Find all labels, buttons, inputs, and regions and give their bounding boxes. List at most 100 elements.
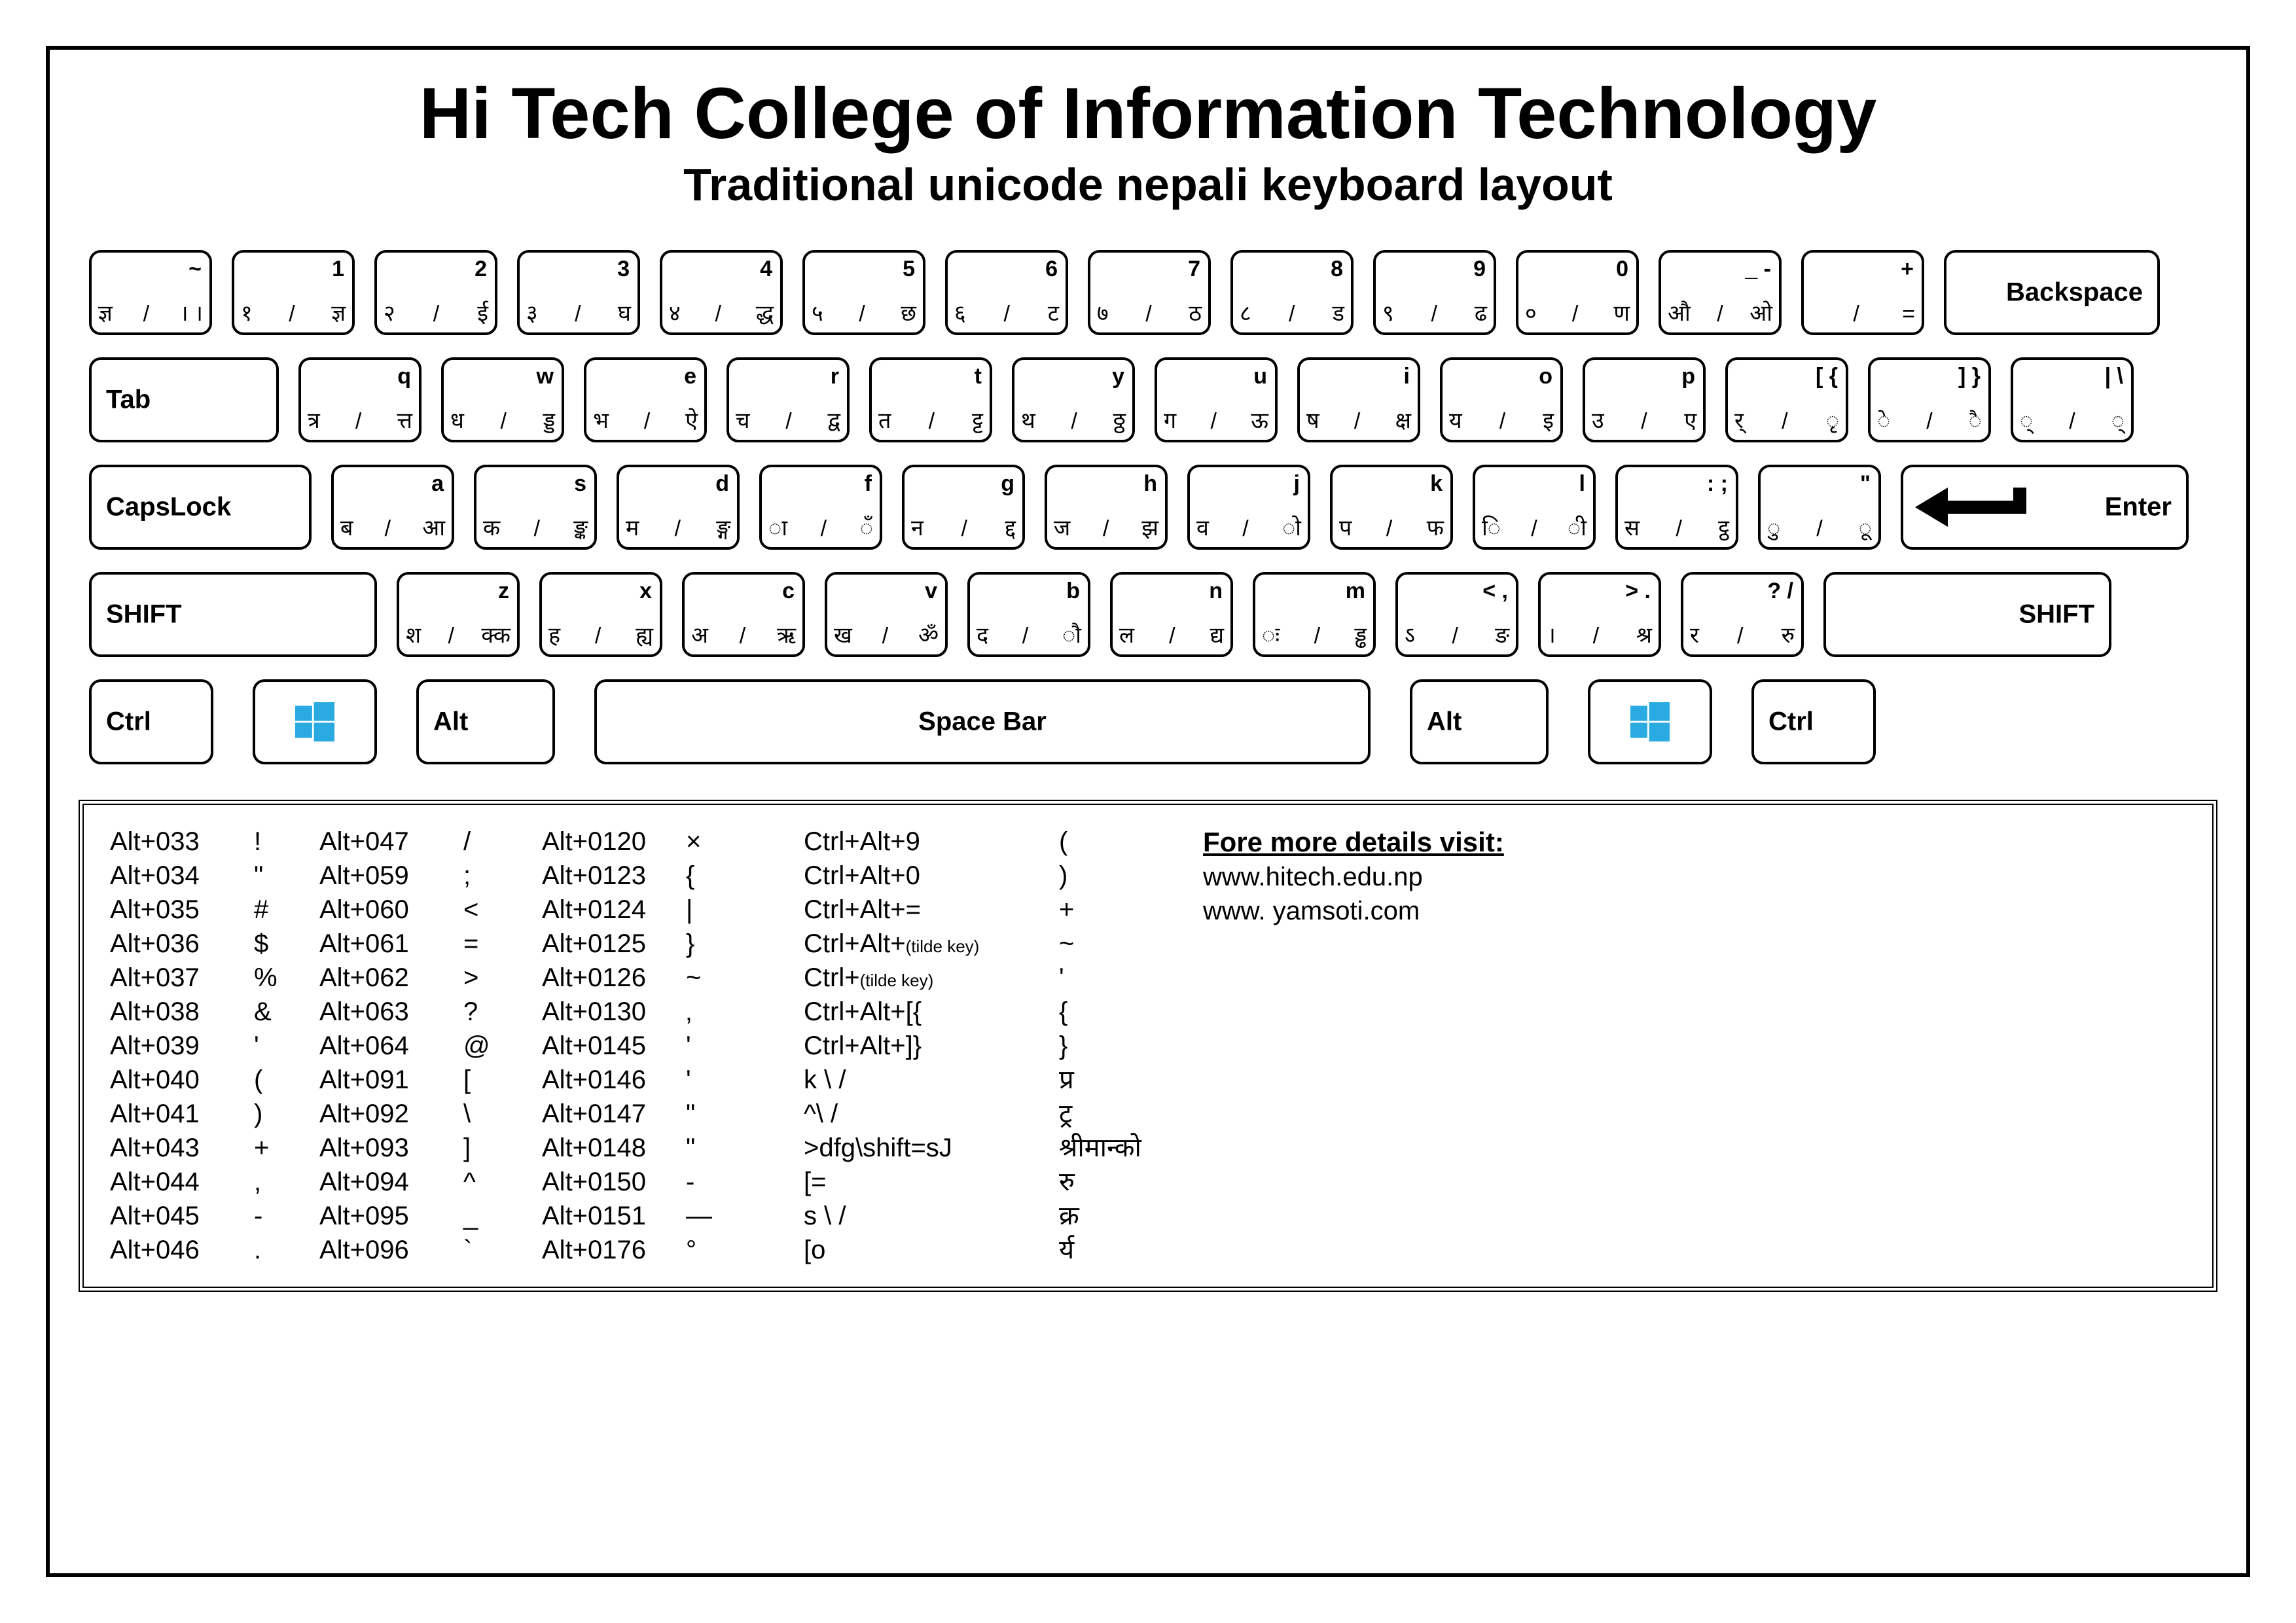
key[interactable]: _ -औ/ओ xyxy=(1659,250,1782,335)
tab-key[interactable]: Tab xyxy=(89,357,279,442)
key[interactable]: zश/क्क xyxy=(397,572,520,657)
key[interactable]: : ;स/ट्ठ xyxy=(1615,465,1738,550)
key-bottom-right: द्द xyxy=(1005,512,1016,542)
key-slash: / xyxy=(1071,409,1077,435)
key[interactable]: aब/आ xyxy=(331,465,454,550)
key-bottom-right: क्ष xyxy=(1395,404,1411,435)
key-slash: / xyxy=(2069,409,2075,435)
key-bottom-right: ठ xyxy=(1189,297,1202,327)
ctrl-left-key[interactable]: Ctrl xyxy=(89,679,213,764)
windows-right-key[interactable] xyxy=(1588,679,1712,764)
key[interactable]: 8८/ड xyxy=(1230,250,1354,335)
key-bottom-left: ि xyxy=(1482,512,1501,542)
alt-code-value: प्र xyxy=(1059,1063,1203,1097)
key[interactable]: qत्र/त्त xyxy=(298,357,422,442)
key[interactable]: kप/फ xyxy=(1330,465,1453,550)
backspace-key[interactable]: Backspace xyxy=(1944,250,2160,335)
alt-code-row: Alt+037% xyxy=(110,961,319,995)
key-slash: / xyxy=(1641,409,1647,435)
alt-code-value: श्रीमान्को xyxy=(1059,1131,1203,1165)
key[interactable]: fा/ँ xyxy=(759,465,882,550)
alt-code-value: - xyxy=(254,1199,319,1233)
key[interactable]: bद/ौ xyxy=(967,572,1090,657)
key[interactable]: "ु/ू xyxy=(1758,465,1881,550)
alt-code-row: Alt+092\ xyxy=(319,1097,542,1131)
key[interactable]: 7७/ठ xyxy=(1088,250,1211,335)
key-slash: / xyxy=(1531,516,1537,542)
key[interactable]: rच/द्व xyxy=(726,357,850,442)
ctrl-right-key[interactable]: Ctrl xyxy=(1751,679,1876,764)
key[interactable]: vख/ॐ xyxy=(825,572,948,657)
key-top-label: q xyxy=(397,364,411,389)
key[interactable]: uग/ऊ xyxy=(1155,357,1278,442)
key[interactable]: yथ/ठ्ठ xyxy=(1012,357,1135,442)
key-slash: / xyxy=(1717,302,1723,327)
key[interactable]: mः/ड्ढ xyxy=(1253,572,1376,657)
key[interactable]: tत/ट्ट xyxy=(869,357,992,442)
key[interactable]: | \्/् xyxy=(2011,357,2134,442)
key-bottom-right: श्र xyxy=(1636,619,1652,649)
key[interactable]: 3३/घ xyxy=(517,250,640,335)
key[interactable]: ] }े/ै xyxy=(1868,357,1991,442)
key[interactable]: 2२/ई xyxy=(374,250,497,335)
windows-icon xyxy=(295,702,334,741)
key-bottom-right: ो xyxy=(1282,512,1301,542)
key-bottom-row: ख/ॐ xyxy=(834,619,939,649)
key[interactable]: [ {र्/ृ xyxy=(1725,357,1848,442)
shift-right-key[interactable]: SHIFT xyxy=(1823,572,2111,657)
alt-code-key: Alt+038 xyxy=(110,995,254,1029)
windows-left-key[interactable] xyxy=(253,679,377,764)
key[interactable]: eभ/ऐ xyxy=(584,357,707,442)
alt-code-value: ' xyxy=(254,1029,319,1063)
key[interactable]: ? /र/रु xyxy=(1681,572,1804,657)
alt-code-value: > xyxy=(463,961,542,995)
alt-code-key: Alt+0130 xyxy=(542,995,686,1029)
key[interactable]: > .।/श्र xyxy=(1538,572,1661,657)
key-bottom-row: प/फ xyxy=(1339,512,1444,542)
key[interactable]: wध/ड्ड xyxy=(441,357,564,442)
key[interactable]: 0०/ण xyxy=(1516,250,1639,335)
key[interactable]: hज/झ xyxy=(1045,465,1168,550)
alt-code-key: Alt+044 xyxy=(110,1165,254,1199)
shift-left-key[interactable]: SHIFT xyxy=(89,572,377,657)
key[interactable]: i ष/क्ष xyxy=(1297,357,1420,442)
key-slash: / xyxy=(715,302,721,327)
alt-code-value: रु xyxy=(1059,1165,1203,1199)
key-bottom-left: ज्ञ xyxy=(98,297,113,327)
key-bottom-left: २ xyxy=(384,297,395,327)
capslock-key[interactable]: CapsLock xyxy=(89,465,312,550)
key-bottom-left: ा xyxy=(768,512,787,542)
key[interactable]: gन/द्द xyxy=(902,465,1025,550)
key[interactable]: < ,ऽ/ङ xyxy=(1395,572,1518,657)
key[interactable]: cअ/ऋ xyxy=(682,572,805,657)
key-slash: / xyxy=(961,516,967,542)
key-bottom-left: ब xyxy=(340,512,353,542)
key[interactable]: 1१/ज्ञ xyxy=(232,250,355,335)
key[interactable]: nल/द्य xyxy=(1110,572,1233,657)
key-bottom-right: ड xyxy=(1333,297,1344,327)
key[interactable]: dम/ङ्ग xyxy=(617,465,740,550)
key[interactable]: pउ/ए xyxy=(1583,357,1706,442)
key[interactable]: 6६/ट xyxy=(945,250,1068,335)
alt-right-key[interactable]: Alt xyxy=(1410,679,1549,764)
key[interactable]: sक/ङ्क xyxy=(474,465,597,550)
key[interactable]: lि/ी xyxy=(1473,465,1596,550)
key[interactable]: jव/ो xyxy=(1187,465,1310,550)
key[interactable]: ~ज्ञ/। । xyxy=(89,250,212,335)
key-top-label: 5 xyxy=(903,257,915,282)
space-key[interactable]: Space Bar xyxy=(594,679,1371,764)
key-bottom-row: ।/श्र xyxy=(1547,619,1652,649)
key[interactable]: 4४/द्ध xyxy=(660,250,783,335)
enter-key[interactable]: Enter xyxy=(1901,465,2189,550)
key-bottom-row: ष/क्ष xyxy=(1306,404,1411,435)
key-top-label: w xyxy=(537,364,554,389)
key[interactable]: xह/ह्य xyxy=(539,572,662,657)
key[interactable]: 5५/छ xyxy=(802,250,925,335)
key[interactable]: +/= xyxy=(1801,250,1924,335)
key[interactable]: oय/इ xyxy=(1440,357,1563,442)
key[interactable]: 9९/ढ xyxy=(1373,250,1496,335)
alt-left-key[interactable]: Alt xyxy=(416,679,555,764)
key-top-label: i xyxy=(1404,364,1410,389)
alt-code-row: Alt+039' xyxy=(110,1029,319,1063)
key-slash: / xyxy=(595,624,601,649)
